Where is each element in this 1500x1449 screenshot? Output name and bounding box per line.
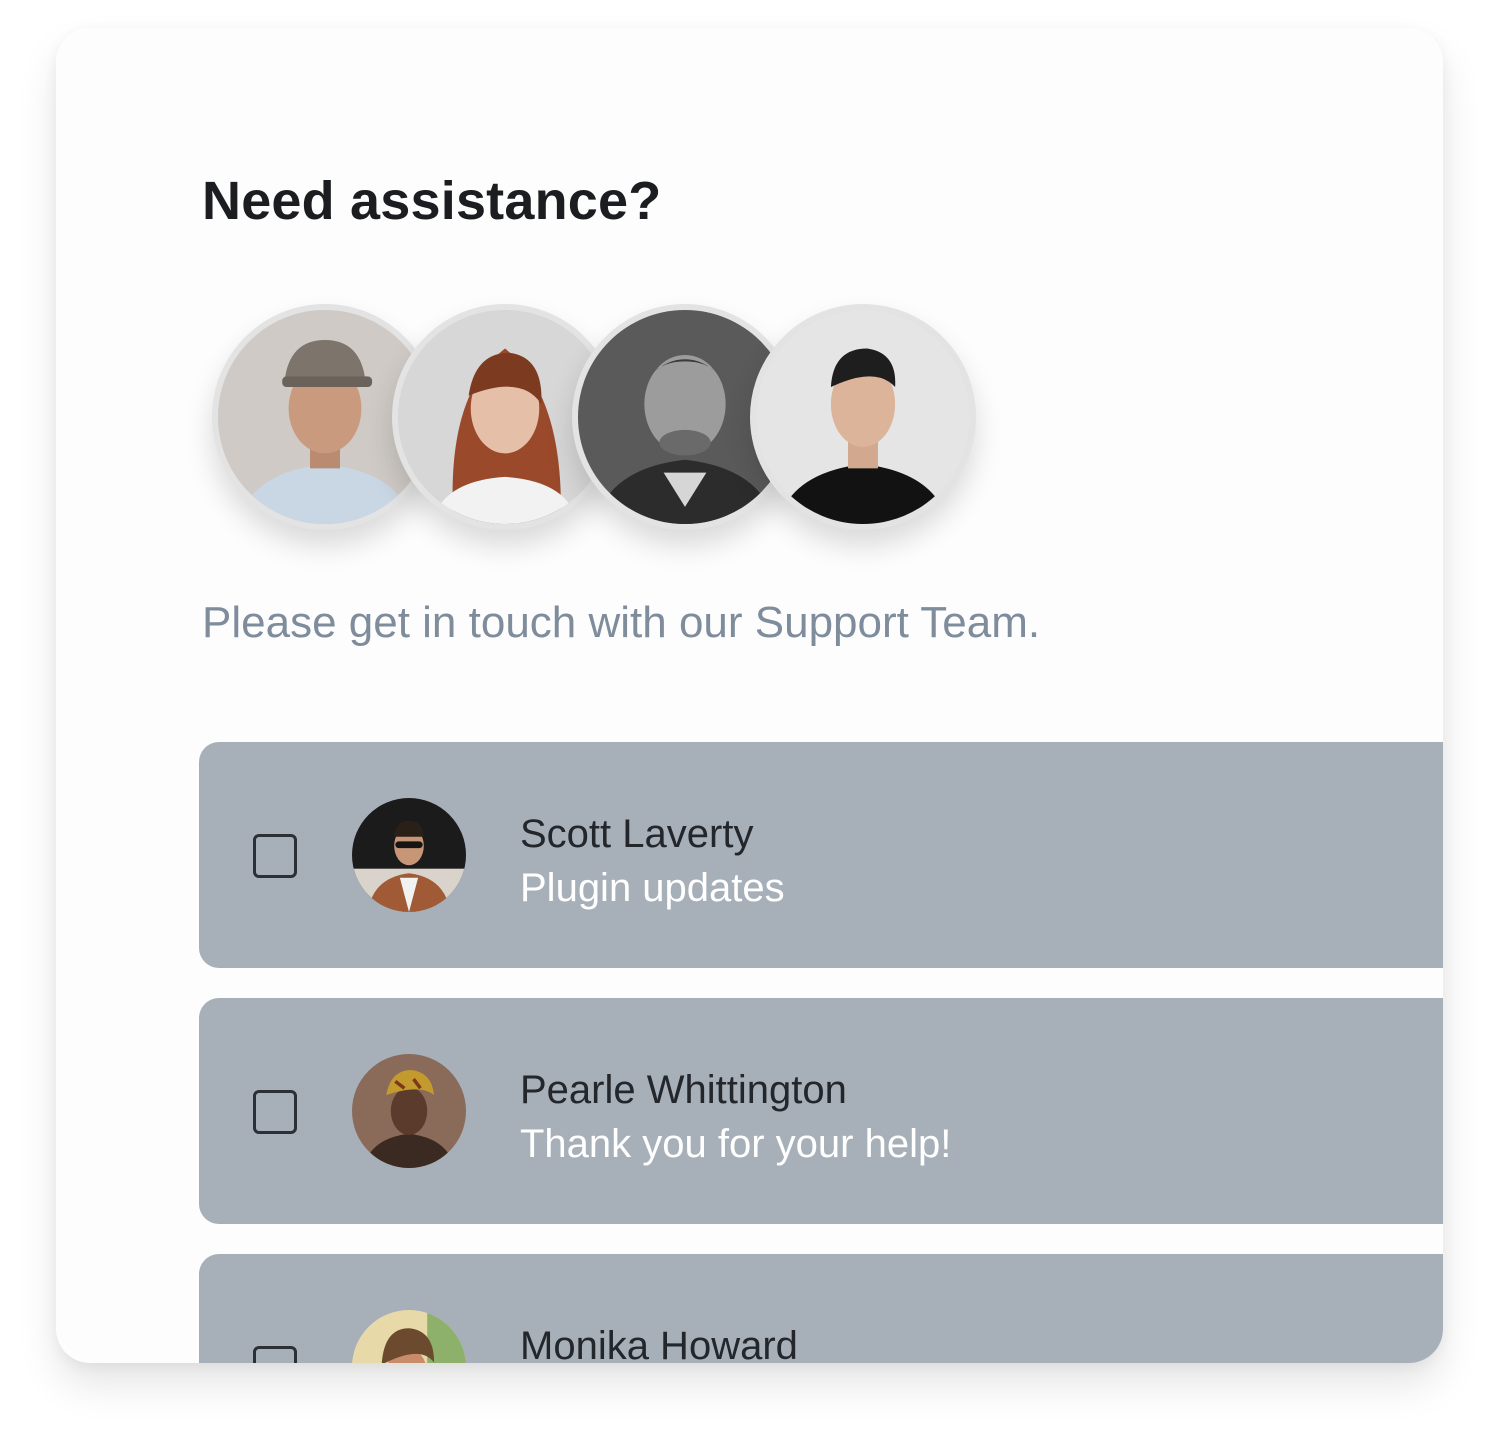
person-photo-icon bbox=[352, 798, 466, 912]
avatar bbox=[352, 1054, 466, 1168]
support-team-avatars bbox=[212, 304, 992, 534]
person-photo-icon bbox=[756, 310, 970, 524]
support-subtitle: Please get in touch with our Support Tea… bbox=[202, 598, 1041, 647]
sender-name: Pearle Whittington bbox=[520, 1068, 847, 1112]
sender-name: Monika Howard bbox=[520, 1324, 798, 1363]
message-checkbox[interactable] bbox=[253, 1346, 297, 1363]
message-list: Scott Laverty Plugin updates Pearle Whit… bbox=[199, 742, 1443, 1363]
message-item[interactable]: Scott Laverty Plugin updates bbox=[199, 742, 1443, 968]
team-avatar-4[interactable] bbox=[750, 304, 976, 530]
support-card: Need assistance? Please get in touch wit… bbox=[56, 28, 1443, 1363]
avatar bbox=[352, 798, 466, 912]
sender-name: Scott Laverty bbox=[520, 812, 754, 856]
message-item[interactable]: Monika Howard bbox=[199, 1254, 1443, 1363]
message-preview: Thank you for your help! bbox=[520, 1122, 952, 1166]
message-preview: Plugin updates bbox=[520, 866, 785, 910]
person-photo-icon bbox=[352, 1054, 466, 1168]
message-checkbox[interactable] bbox=[253, 834, 297, 878]
message-item[interactable]: Pearle Whittington Thank you for your he… bbox=[199, 998, 1443, 1224]
message-checkbox[interactable] bbox=[253, 1090, 297, 1134]
person-photo-icon bbox=[352, 1310, 466, 1363]
avatar bbox=[352, 1310, 466, 1363]
page-title: Need assistance? bbox=[202, 171, 662, 231]
